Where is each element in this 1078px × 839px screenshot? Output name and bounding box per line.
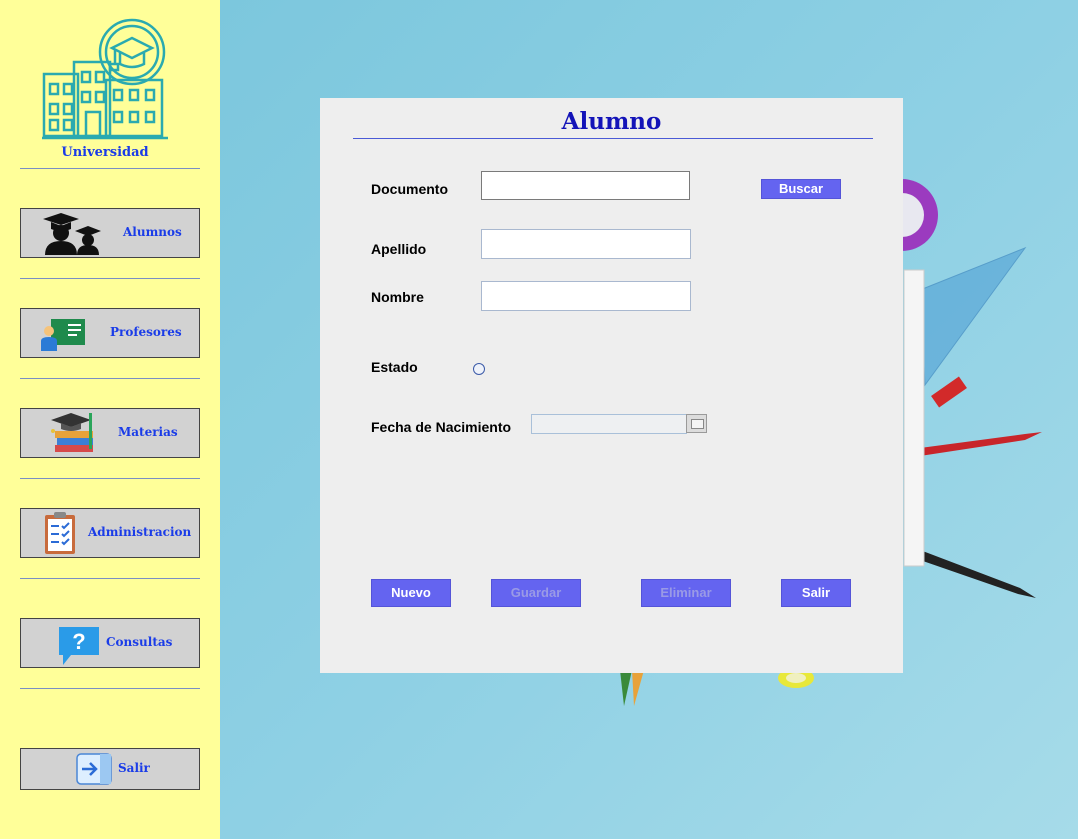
sidebar-item-label: Profesores <box>110 325 182 339</box>
sidebar-item-label: Alumnos <box>123 225 182 239</box>
salir-button[interactable]: Salir <box>781 579 851 607</box>
clipboard-icon <box>43 511 77 555</box>
sidebar-item-administracion[interactable]: Administracion <box>20 508 200 558</box>
fecha-nacimiento-label: Fecha de Nacimiento <box>371 419 512 435</box>
divider <box>20 578 200 579</box>
sidebar-item-alumnos[interactable]: Alumnos <box>20 208 200 258</box>
divider <box>20 168 200 169</box>
students-icon <box>41 211 101 255</box>
university-title: Universidad <box>61 145 149 160</box>
svg-text:?: ? <box>72 629 85 654</box>
divider <box>20 478 200 479</box>
university-logo-icon <box>40 12 170 142</box>
divider <box>20 278 200 279</box>
guardar-button[interactable]: Guardar <box>491 579 581 607</box>
title-divider <box>353 138 873 139</box>
exit-arrow-icon <box>76 753 114 785</box>
eliminar-button[interactable]: Eliminar <box>641 579 731 607</box>
sidebar-item-profesores[interactable]: Profesores <box>20 308 200 358</box>
fecha-nacimiento-field[interactable] <box>531 414 687 434</box>
sidebar-item-label: Consultas <box>106 635 173 649</box>
alumno-form-panel: Alumno Documento Buscar Apellido Nombre … <box>320 98 903 673</box>
sidebar-item-label: Materias <box>118 425 178 439</box>
estado-label: Estado <box>371 359 418 375</box>
nombre-field[interactable] <box>481 281 691 311</box>
apellido-label: Apellido <box>371 241 427 257</box>
nombre-label: Nombre <box>371 289 424 305</box>
buscar-button[interactable]: Buscar <box>761 179 841 199</box>
sidebar-item-consultas[interactable]: ? Consultas <box>20 618 200 668</box>
teacher-board-icon <box>41 317 87 351</box>
question-bubble-icon: ? <box>57 625 101 667</box>
books-graduation-icon <box>49 411 97 455</box>
calendar-button[interactable] <box>686 414 707 433</box>
documento-field[interactable] <box>481 171 690 200</box>
sidebar-item-materias[interactable]: Materias <box>20 408 200 458</box>
estado-radio[interactable] <box>473 363 485 375</box>
sidebar-item-label: Salir <box>118 761 150 775</box>
apellido-field[interactable] <box>481 229 691 259</box>
divider <box>20 378 200 379</box>
nuevo-button[interactable]: Nuevo <box>371 579 451 607</box>
sidebar-item-salir[interactable]: Salir <box>20 748 200 790</box>
divider <box>20 688 200 689</box>
documento-label: Documento <box>371 181 448 197</box>
sidebar: Universidad Alumnos Profesores Materias … <box>0 0 220 839</box>
form-title: Alumno <box>561 108 662 135</box>
sidebar-item-label: Administracion <box>88 525 192 539</box>
calendar-icon <box>691 419 704 429</box>
